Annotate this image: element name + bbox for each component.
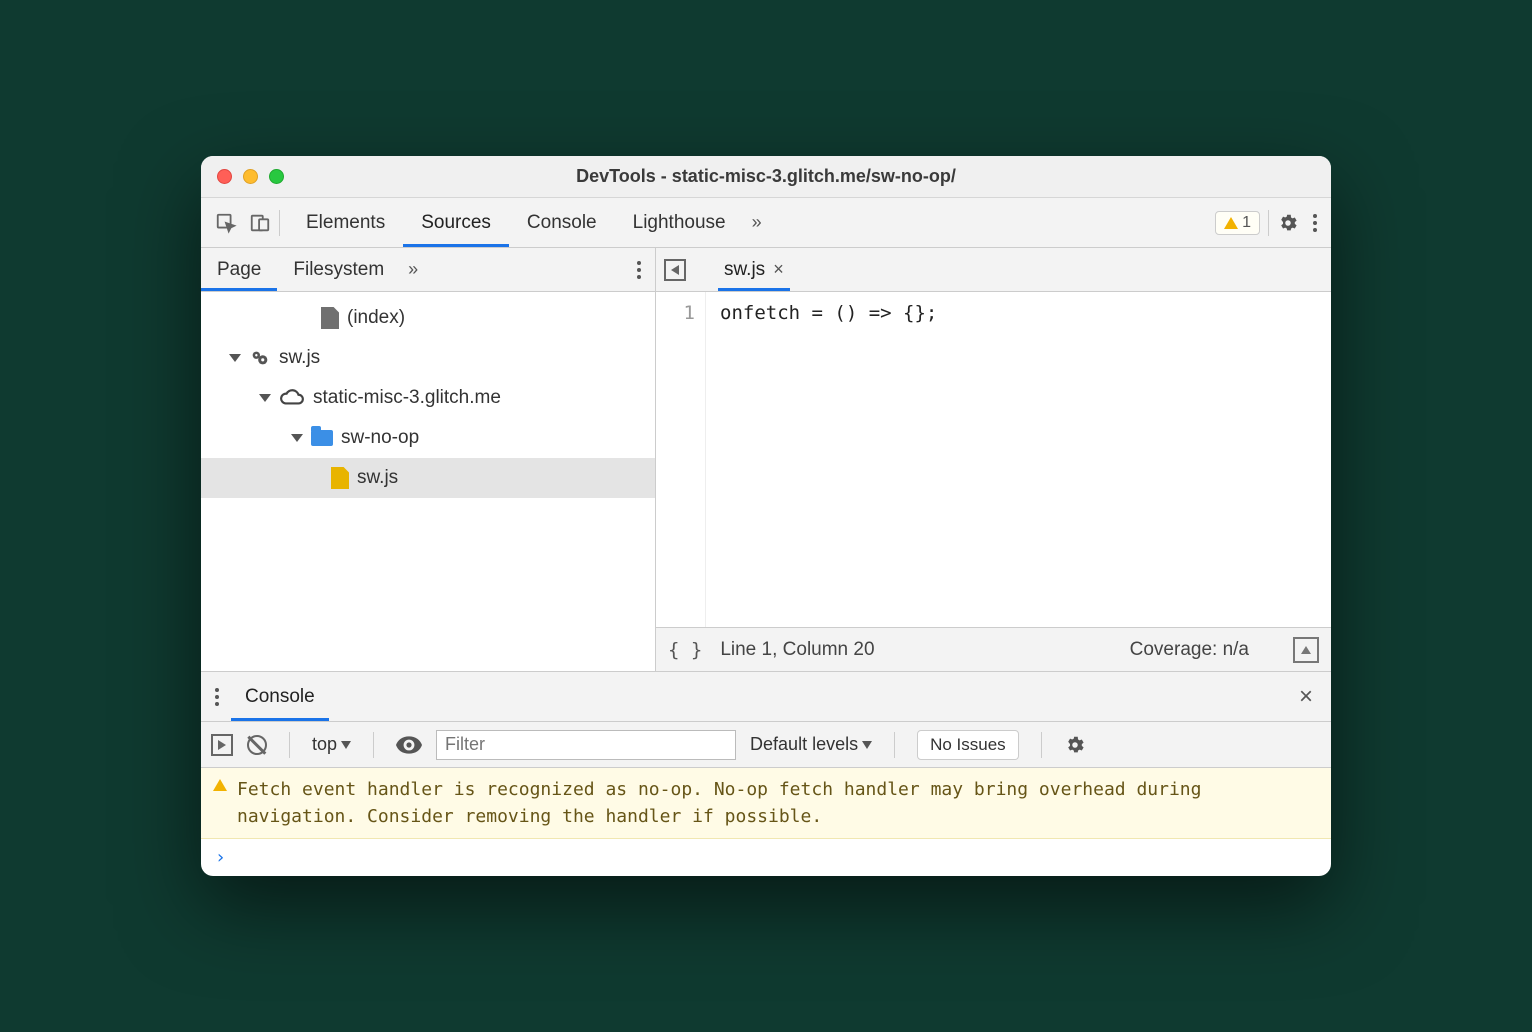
tree-label: sw.js (357, 467, 398, 489)
context-label: top (312, 734, 337, 755)
editor-statusbar: { } Line 1, Column 20 Coverage: n/a (656, 627, 1331, 671)
navigator-tabs: Page Filesystem » (201, 248, 655, 292)
tab-lighthouse[interactable]: Lighthouse (615, 198, 744, 247)
divider (1268, 210, 1269, 236)
execution-context-icon[interactable] (211, 734, 233, 756)
warning-icon (213, 779, 227, 791)
inspect-element-icon[interactable] (201, 212, 237, 234)
expand-icon (259, 394, 271, 402)
console-settings-gear-icon[interactable] (1064, 734, 1086, 756)
cloud-icon (279, 389, 305, 407)
dropdown-icon (862, 741, 872, 749)
log-level-selector[interactable]: Default levels (750, 734, 872, 755)
subtab-filesystem[interactable]: Filesystem (277, 248, 400, 291)
console-output: Fetch event handler is recognized as no-… (201, 768, 1331, 876)
console-toolbar: top Default levels No Issues (201, 722, 1331, 768)
file-tree: (index) sw.js static-misc-3.glitch.me (201, 292, 655, 671)
devtools-window: DevTools - static-misc-3.glitch.me/sw-no… (201, 156, 1331, 876)
close-tab-icon[interactable]: × (773, 259, 784, 280)
settings-gear-icon[interactable] (1277, 212, 1299, 234)
tree-item-sw-group[interactable]: sw.js (201, 338, 655, 378)
issues-chip[interactable]: No Issues (917, 730, 1019, 760)
editor-tab-label: sw.js (724, 259, 765, 281)
editor-tab-swjs[interactable]: sw.js × (718, 248, 790, 291)
warning-count: 1 (1242, 214, 1251, 232)
divider (894, 732, 895, 758)
divider (279, 210, 280, 236)
clear-console-icon[interactable] (247, 735, 267, 755)
navigator-pane: Page Filesystem » (index) (201, 248, 656, 671)
kebab-menu-icon[interactable] (1309, 214, 1321, 232)
pretty-print-icon[interactable]: { } (668, 639, 702, 661)
drawer-menu-icon[interactable] (211, 688, 223, 706)
service-worker-icon (249, 347, 271, 369)
console-filter-input[interactable] (436, 730, 736, 760)
cursor-position: Line 1, Column 20 (720, 639, 874, 661)
tree-label: (index) (347, 307, 405, 329)
live-expression-icon[interactable] (396, 736, 422, 754)
warning-count-chip[interactable]: 1 (1215, 211, 1260, 235)
close-window-button[interactable] (217, 169, 232, 184)
minimize-window-button[interactable] (243, 169, 258, 184)
dropdown-icon (341, 741, 351, 749)
main-tabbar: Elements Sources Console Lighthouse » 1 (201, 198, 1331, 248)
titlebar: DevTools - static-misc-3.glitch.me/sw-no… (201, 156, 1331, 198)
editor-tabbar: sw.js × (656, 248, 1331, 292)
folder-icon (311, 430, 333, 446)
navigator-menu-icon[interactable] (633, 261, 645, 279)
tree-label: sw.js (279, 347, 320, 369)
drawer-tab-console[interactable]: Console (231, 672, 329, 721)
code-content: onfetch = () => {}; (706, 292, 937, 627)
line-gutter: 1 (656, 292, 706, 627)
maximize-window-button[interactable] (269, 169, 284, 184)
tree-label: static-misc-3.glitch.me (313, 387, 501, 409)
show-coverage-icon[interactable] (1293, 637, 1319, 663)
more-tabs-icon[interactable]: » (744, 212, 770, 233)
tab-console[interactable]: Console (509, 198, 615, 247)
tab-sources[interactable]: Sources (403, 198, 509, 247)
file-icon (321, 307, 339, 329)
log-level-label: Default levels (750, 734, 858, 755)
close-drawer-icon[interactable]: × (1291, 683, 1321, 711)
window-title: DevTools - static-misc-3.glitch.me/sw-no… (201, 166, 1331, 187)
coverage-status: Coverage: n/a (1130, 639, 1249, 661)
code-editor[interactable]: 1 onfetch = () => {}; (656, 292, 1331, 627)
tree-item-file-swjs[interactable]: sw.js (201, 458, 655, 498)
divider (289, 732, 290, 758)
drawer-tabbar: Console × (201, 672, 1331, 722)
divider (1041, 732, 1042, 758)
window-controls (201, 169, 284, 184)
context-selector[interactable]: top (312, 734, 351, 755)
line-number: 1 (656, 302, 695, 324)
expand-icon (229, 354, 241, 362)
js-file-icon (331, 467, 349, 489)
tree-label: sw-no-op (341, 427, 419, 449)
device-toggle-icon[interactable] (237, 212, 271, 234)
warning-icon (1224, 217, 1238, 229)
console-prompt[interactable]: › (201, 839, 1331, 876)
console-warning-row[interactable]: Fetch event handler is recognized as no-… (201, 768, 1331, 839)
more-subtabs-icon[interactable]: » (400, 259, 426, 280)
tree-item-folder[interactable]: sw-no-op (201, 418, 655, 458)
expand-icon (291, 434, 303, 442)
sources-panel: Page Filesystem » (index) (201, 248, 1331, 672)
navigate-back-icon[interactable] (664, 259, 686, 281)
editor-pane: sw.js × 1 onfetch = () => {}; { } Line 1… (656, 248, 1331, 671)
console-warning-text: Fetch event handler is recognized as no-… (237, 776, 1319, 830)
tree-item-host[interactable]: static-misc-3.glitch.me (201, 378, 655, 418)
tree-item-index[interactable]: (index) (201, 298, 655, 338)
tab-elements[interactable]: Elements (288, 198, 403, 247)
divider (373, 732, 374, 758)
subtab-page[interactable]: Page (201, 248, 277, 291)
